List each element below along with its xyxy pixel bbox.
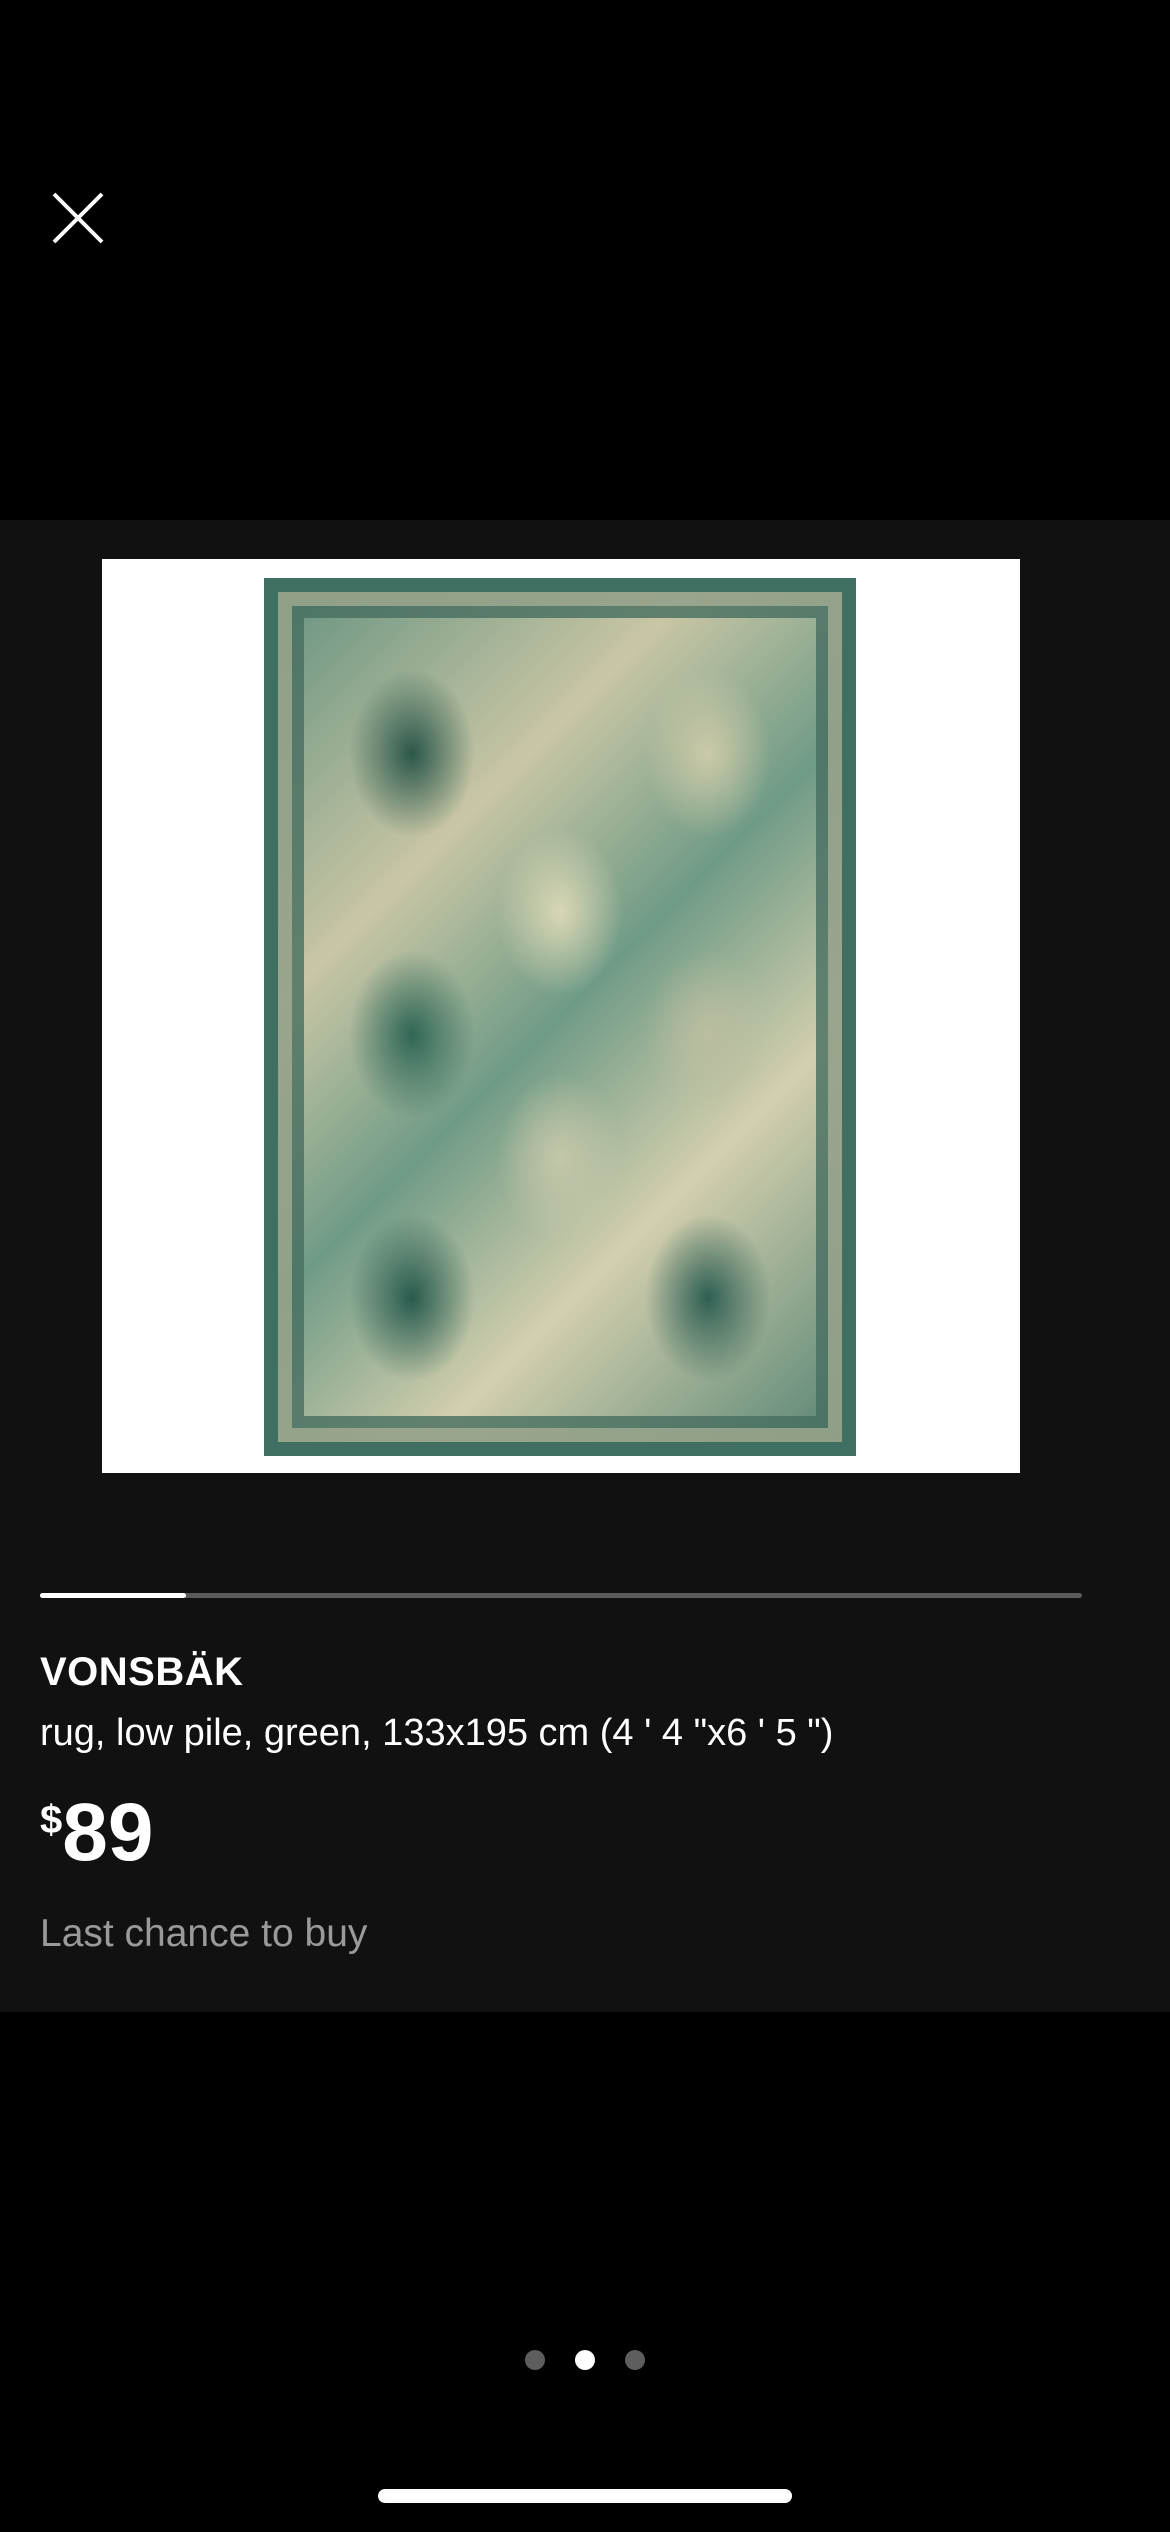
product-card: VONSBÄK rug, low pile, green, 133x195 cm… (0, 520, 1170, 2012)
close-icon (52, 192, 104, 244)
product-price: $89 (40, 1792, 153, 1874)
product-image[interactable] (102, 559, 1020, 1473)
home-indicator (378, 2489, 792, 2503)
page-dot[interactable] (625, 2350, 645, 2370)
price-amount: 89 (62, 1787, 154, 1878)
page-indicator (0, 2350, 1170, 2374)
price-currency: $ (40, 1798, 63, 1842)
availability-status: Last chance to buy (40, 1912, 368, 1955)
rug-image (264, 578, 856, 1456)
product-name[interactable]: VONSBÄK (40, 1650, 244, 1695)
close-button[interactable] (46, 186, 110, 250)
image-progress-fill (40, 1593, 186, 1598)
product-description: rug, low pile, green, 133x195 cm (4 ' 4 … (40, 1712, 834, 1754)
page-dot[interactable] (525, 2350, 545, 2370)
page-dot[interactable] (575, 2350, 595, 2370)
image-progress-track (40, 1593, 1082, 1598)
